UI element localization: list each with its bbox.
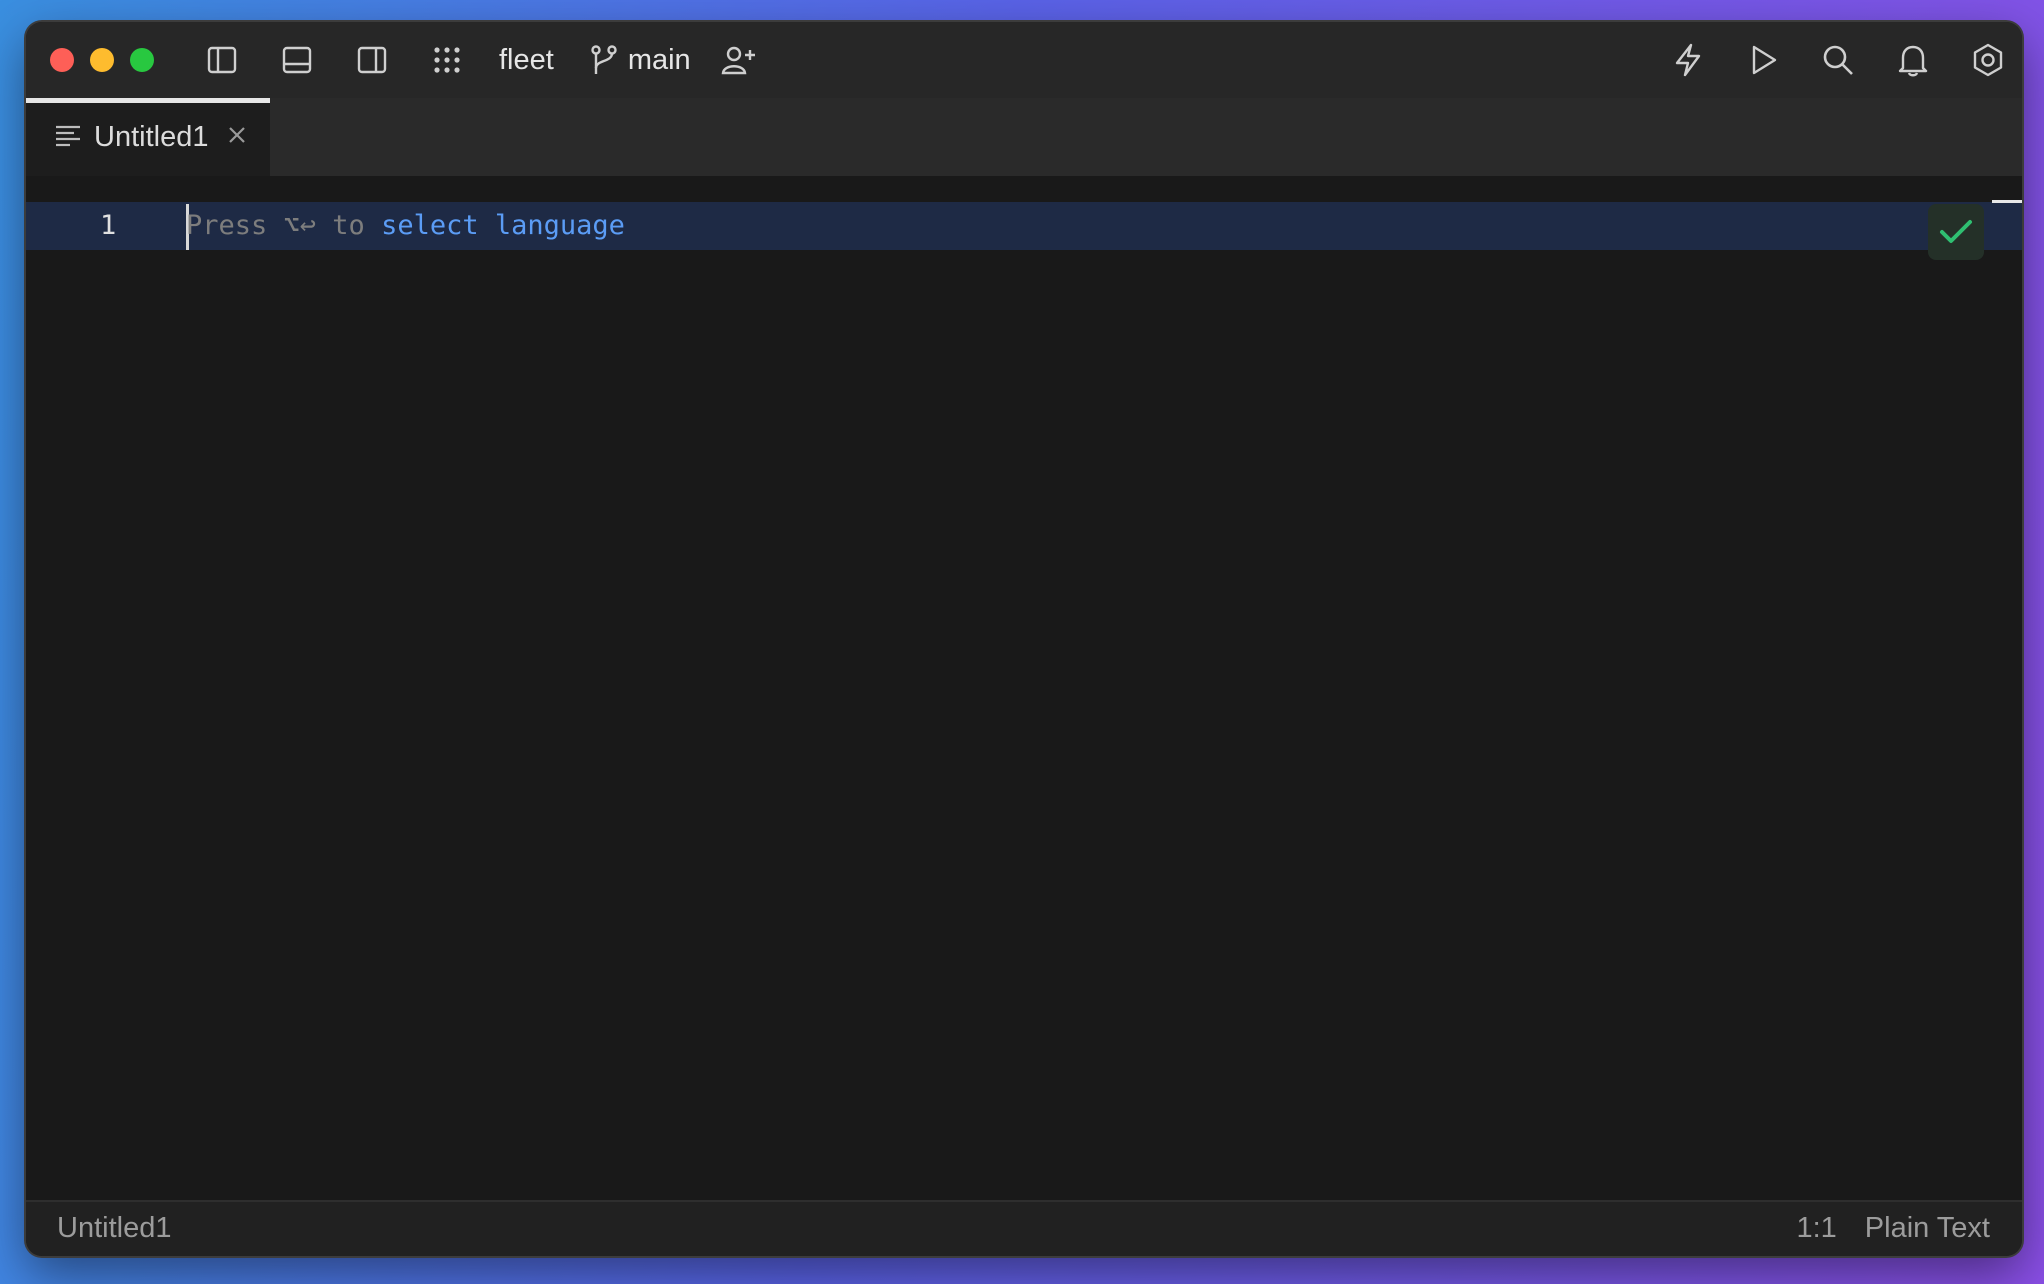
- status-bar: Untitled1 1:1 Plain Text: [26, 1200, 2022, 1256]
- panel-bottom-icon[interactable]: [275, 38, 319, 82]
- text-file-icon: [54, 123, 82, 152]
- branch-name: main: [627, 43, 691, 76]
- select-language-link[interactable]: select language: [381, 210, 625, 241]
- status-right: 1:1 Plain Text: [1796, 1212, 1990, 1245]
- window-controls: [50, 48, 170, 72]
- bell-icon[interactable]: [1891, 38, 1935, 82]
- minimize-window-button[interactable]: [90, 48, 114, 72]
- tab-label: Untitled1: [94, 120, 209, 153]
- ide-window: fleet main Untitled1 1 Press ⌥↩ to selec…: [26, 22, 2022, 1256]
- branch-selector[interactable]: main: [590, 44, 691, 77]
- code-editor[interactable]: 1 Press ⌥↩ to select language: [26, 176, 2022, 1202]
- status-file-name[interactable]: Untitled1: [57, 1212, 171, 1245]
- toolbar-right: [1635, 38, 2010, 82]
- git-branch-icon: [591, 45, 617, 74]
- title-bar: fleet main: [26, 22, 2022, 100]
- language-selector[interactable]: Plain Text: [1865, 1212, 1990, 1245]
- sidebar-right-icon[interactable]: [350, 38, 394, 82]
- checkmark-icon: [1940, 220, 1972, 243]
- close-window-button[interactable]: [50, 48, 74, 72]
- language-hint: Press ⌥↩ to select language: [186, 210, 625, 241]
- active-tab-indicator: [26, 98, 270, 103]
- sidebar-left-icon[interactable]: [200, 38, 244, 82]
- scrollbar-marker[interactable]: [1992, 200, 2022, 203]
- inspection-status-badge[interactable]: [1928, 204, 1984, 260]
- close-tab-icon[interactable]: [228, 126, 246, 149]
- cursor-position[interactable]: 1:1: [1796, 1212, 1836, 1245]
- lightning-icon[interactable]: [1666, 38, 1710, 82]
- line-number: 1: [100, 210, 117, 241]
- maximize-window-button[interactable]: [130, 48, 154, 72]
- run-icon[interactable]: [1741, 38, 1785, 82]
- apps-grid-icon[interactable]: [425, 38, 469, 82]
- project-name[interactable]: fleet: [499, 44, 554, 77]
- hint-prefix: Press ⌥↩ to: [186, 210, 382, 241]
- search-icon[interactable]: [1816, 38, 1860, 82]
- add-user-icon[interactable]: [717, 38, 761, 82]
- tab-untitled1[interactable]: Untitled1: [26, 98, 270, 176]
- settings-icon[interactable]: [1966, 38, 2010, 82]
- tab-bar: Untitled1: [26, 98, 2022, 177]
